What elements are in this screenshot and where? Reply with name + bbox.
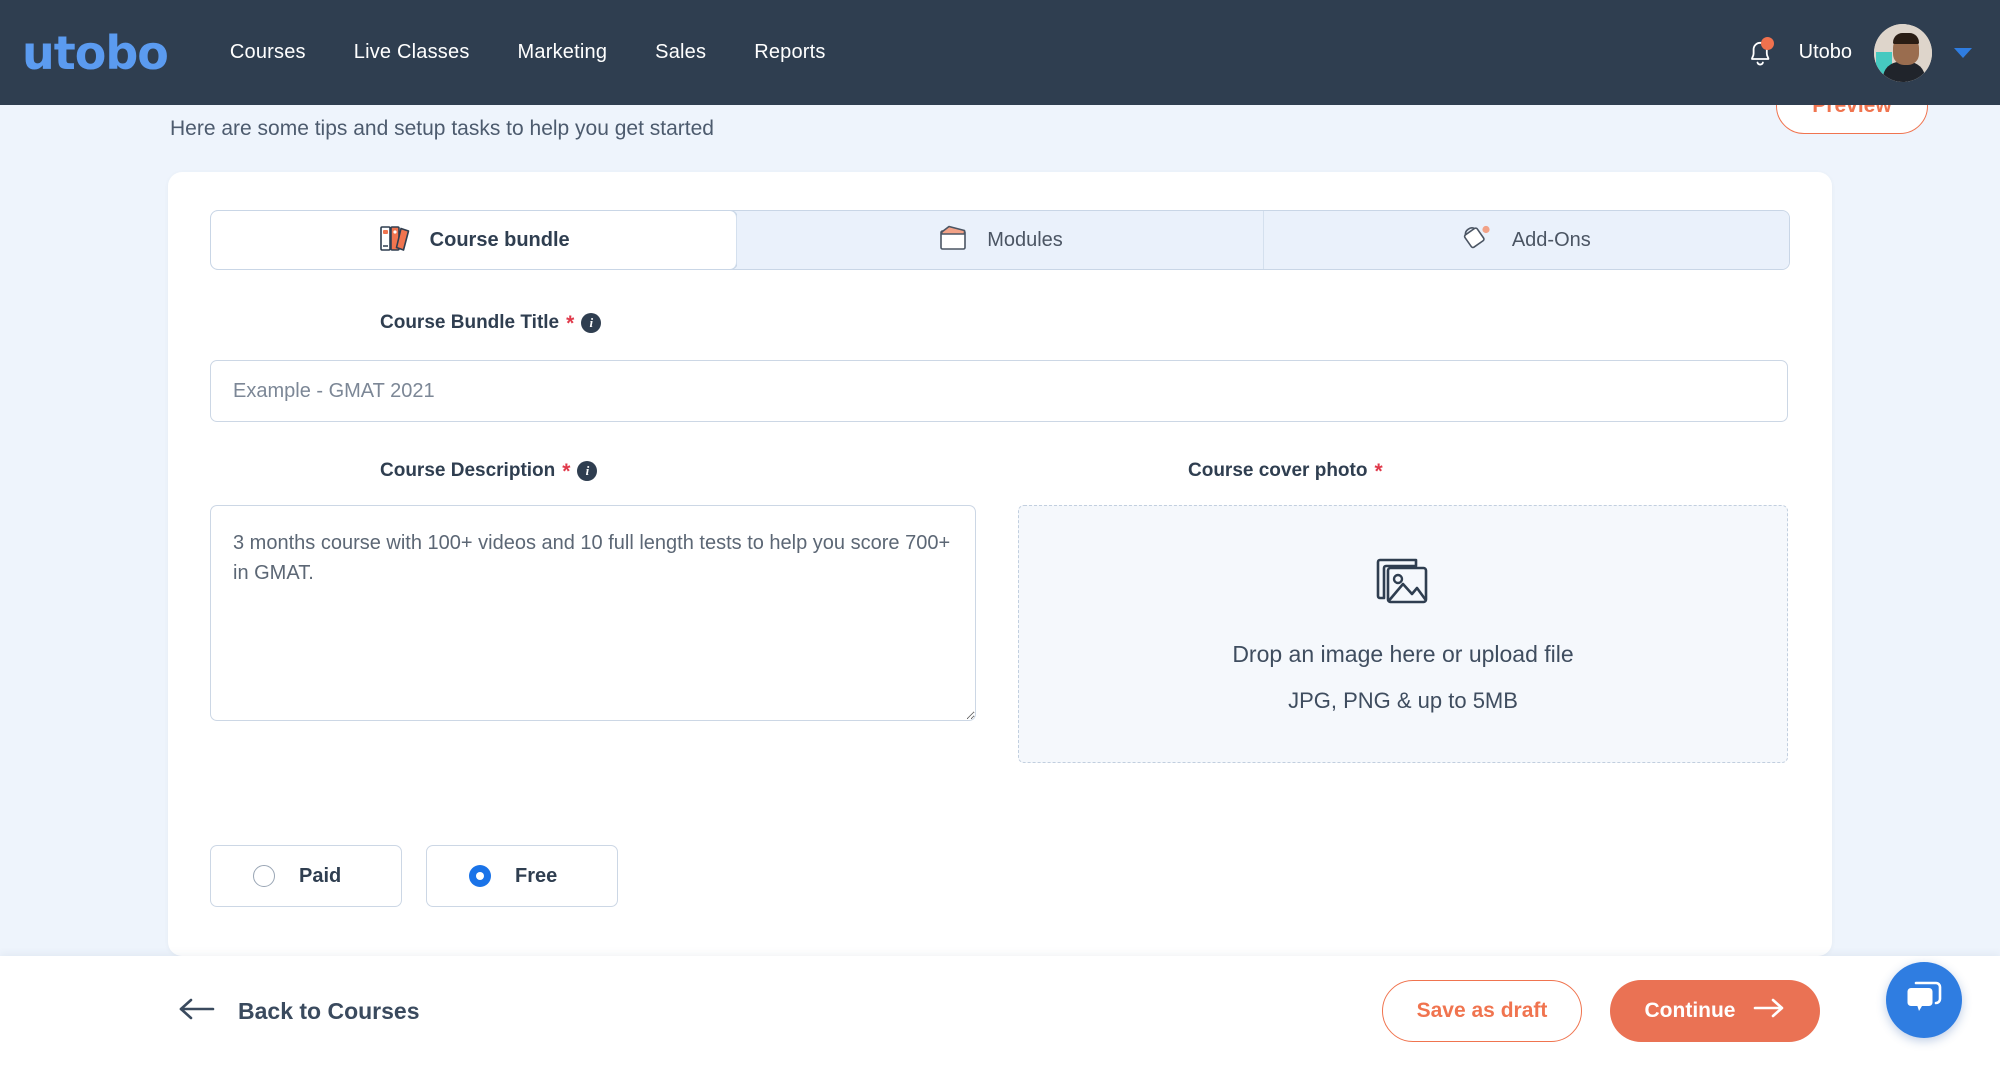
chevron-down-icon[interactable]	[1954, 48, 1972, 58]
payment-option-paid[interactable]: Paid	[210, 845, 402, 907]
dropzone-subtitle: JPG, PNG & up to 5MB	[1288, 688, 1518, 714]
page-tips-text: Here are some tips and setup tasks to he…	[170, 117, 714, 141]
books-icon	[378, 222, 412, 258]
radio-free[interactable]	[469, 865, 491, 887]
payment-type-options: Paid Free	[210, 845, 618, 907]
back-to-courses-label: Back to Courses	[238, 998, 420, 1025]
tag-icon	[1462, 222, 1494, 258]
bell-icon	[1743, 58, 1777, 75]
tab-modules[interactable]: Modules	[737, 211, 1263, 269]
account-name[interactable]: Utobo	[1799, 41, 1852, 64]
cover-photo-required-mark: *	[1374, 461, 1382, 482]
image-stack-icon	[1372, 554, 1434, 615]
cover-photo-label: Course cover photo *	[1188, 460, 1383, 482]
nav-right-cluster: Utobo	[1743, 24, 1972, 82]
cover-photo-label-text: Course cover photo	[1188, 460, 1367, 482]
page-background: Here are some tips and setup tasks to he…	[0, 0, 2000, 1066]
footer-action-bar: Back to Courses Save as draft Continue	[0, 956, 2000, 1066]
payment-option-paid-label: Paid	[299, 865, 341, 888]
course-description-textarea[interactable]	[210, 505, 976, 721]
save-as-draft-label: Save as draft	[1417, 999, 1548, 1023]
payment-option-free[interactable]: Free	[426, 845, 618, 907]
continue-button[interactable]: Continue	[1610, 980, 1820, 1042]
tab-modules-label: Modules	[987, 229, 1063, 252]
arrow-left-icon	[178, 998, 216, 1025]
tab-course-bundle-label: Course bundle	[430, 229, 570, 252]
chat-widget-button[interactable]	[1886, 962, 1962, 1038]
continue-label: Continue	[1645, 999, 1736, 1023]
course-title-required-mark: *	[566, 313, 574, 334]
course-title-label: Course Bundle Title * i	[380, 312, 601, 334]
chat-bubble-icon	[1903, 979, 1945, 1022]
info-icon[interactable]: i	[577, 461, 597, 481]
brand-logo[interactable]: utobo	[22, 30, 168, 76]
top-navigation-bar: utobo Courses Live Classes Marketing Sal…	[0, 0, 2000, 105]
footer-buttons: Save as draft Continue	[1382, 980, 1820, 1042]
tab-bar: Course bundle Modules	[210, 210, 1790, 270]
radio-paid[interactable]	[253, 865, 275, 887]
nav-item-courses[interactable]: Courses	[230, 41, 306, 64]
back-to-courses-link[interactable]: Back to Courses	[178, 998, 420, 1025]
payment-option-free-label: Free	[515, 865, 557, 888]
main-nav-links: Courses Live Classes Marketing Sales Rep…	[230, 41, 826, 64]
folder-icon	[937, 222, 969, 258]
dropzone-title: Drop an image here or upload file	[1232, 641, 1573, 668]
avatar[interactable]	[1874, 24, 1932, 82]
course-description-label: Course Description * i	[380, 460, 597, 482]
nav-item-sales[interactable]: Sales	[655, 41, 706, 64]
notifications-button[interactable]	[1743, 35, 1777, 71]
nav-item-reports[interactable]: Reports	[754, 41, 825, 64]
nav-item-live-classes[interactable]: Live Classes	[354, 41, 470, 64]
cover-photo-dropzone[interactable]: Drop an image here or upload file JPG, P…	[1018, 505, 1788, 763]
save-as-draft-button[interactable]: Save as draft	[1382, 980, 1582, 1042]
arrow-right-icon	[1753, 998, 1785, 1024]
notification-badge-dot	[1761, 37, 1774, 50]
tab-add-ons-label: Add-Ons	[1512, 229, 1591, 252]
tab-course-bundle[interactable]: Course bundle	[211, 211, 737, 269]
info-icon[interactable]: i	[581, 313, 601, 333]
course-description-required-mark: *	[562, 461, 570, 482]
course-title-input[interactable]	[210, 360, 1788, 422]
course-description-label-text: Course Description	[380, 460, 555, 482]
tab-add-ons[interactable]: Add-Ons	[1264, 211, 1789, 269]
course-title-label-text: Course Bundle Title	[380, 312, 559, 334]
nav-item-marketing[interactable]: Marketing	[518, 41, 608, 64]
